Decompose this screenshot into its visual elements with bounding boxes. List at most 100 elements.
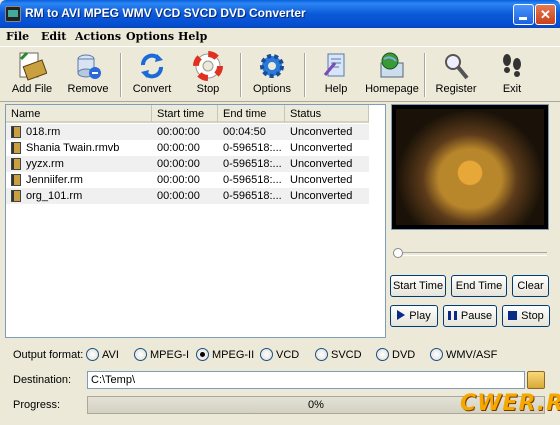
remove-button[interactable]: Remove (58, 51, 118, 101)
convert-icon (137, 51, 167, 81)
radio-circle (260, 348, 273, 361)
help-book-icon (321, 51, 351, 81)
remove-icon (73, 51, 103, 81)
footprints-icon (497, 51, 527, 81)
radio-label: MPEG-I (150, 349, 190, 361)
window-title: RM to AVI MPEG WMV VCD SVCD DVD Converte… (25, 6, 306, 20)
row-status: Unconverted (290, 126, 353, 138)
column-status[interactable]: Status (285, 105, 369, 123)
exit-button[interactable]: Exit (482, 51, 542, 101)
destination-label: Destination: (13, 374, 72, 386)
video-preview (391, 104, 549, 230)
menu-actions[interactable]: Actions (75, 30, 121, 43)
seek-slider[interactable] (393, 248, 547, 258)
globe-monitor-icon (377, 51, 407, 81)
help-button[interactable]: Help (306, 51, 366, 101)
row-name: org_101.rm (26, 190, 83, 202)
convert-label: Convert (132, 83, 172, 95)
row-start: 00:00:00 (157, 158, 200, 170)
clear-button[interactable]: Clear (512, 275, 549, 297)
pause-icon (447, 311, 457, 320)
video-file-icon (11, 190, 21, 202)
video-file-icon (11, 158, 21, 170)
video-file-icon (11, 142, 21, 154)
watermark-logo: CWER.RU (452, 385, 560, 421)
homepage-button[interactable]: Homepage (362, 51, 422, 101)
radio-circle (134, 348, 147, 361)
player-stop-button[interactable]: Stop (502, 305, 550, 327)
start-time-button[interactable]: Start Time (390, 275, 446, 297)
play-label: Play (409, 310, 431, 322)
pause-button[interactable]: Pause (443, 305, 497, 327)
radio-circle (376, 348, 389, 361)
remove-label: Remove (67, 83, 109, 95)
table-row[interactable]: yyzx.rm 00:00:00 0-596518:... Unconverte… (6, 156, 369, 172)
row-status: Unconverted (290, 190, 353, 202)
radio-circle (430, 348, 443, 361)
add-file-button[interactable]: Add File (2, 51, 62, 101)
row-status: Unconverted (290, 142, 353, 154)
table-row[interactable]: Jenniifer.rm 00:00:00 0-596518:... Uncon… (6, 172, 369, 188)
row-name: yyzx.rm (26, 158, 64, 170)
player-stop-label: Stop (521, 310, 544, 322)
menu-bar: File Edit Actions Options Help (0, 28, 560, 46)
register-button[interactable]: Register (426, 51, 486, 101)
row-start: 00:00:00 (157, 126, 200, 138)
video-frame (396, 109, 544, 225)
radio-circle-selected (196, 348, 209, 361)
radio-circle (315, 348, 328, 361)
app-icon (5, 6, 21, 22)
column-name[interactable]: Name (6, 105, 152, 123)
file-list[interactable]: Name Start time End time Status 018.rm 0… (5, 104, 386, 338)
homepage-label: Homepage (365, 83, 419, 95)
watermark-text: CWER.RU (460, 391, 560, 416)
radio-label: SVCD (331, 349, 362, 361)
radio-label: DVD (392, 349, 416, 361)
play-button[interactable]: Play (390, 305, 438, 327)
add-file-icon (17, 51, 48, 81)
radio-label: AVI (102, 349, 119, 361)
stop-icon (508, 311, 518, 320)
video-file-icon (11, 126, 21, 138)
close-button[interactable]: ✕ (535, 4, 556, 25)
row-start: 00:00:00 (157, 142, 200, 154)
help-label: Help (324, 83, 348, 95)
row-end: 0-596518:... (223, 142, 281, 154)
add-file-label: Add File (11, 83, 53, 95)
output-format-label: Output format: (13, 349, 84, 361)
radio-circle (86, 348, 99, 361)
convert-button[interactable]: Convert (122, 51, 182, 101)
row-status: Unconverted (290, 158, 353, 170)
seek-thumb[interactable] (393, 248, 403, 258)
menu-edit[interactable]: Edit (41, 30, 66, 43)
minimize-button[interactable] (513, 4, 534, 25)
exit-label: Exit (502, 83, 522, 95)
row-start: 00:00:00 (157, 190, 200, 202)
radio-label: WMV/ASF (446, 349, 498, 361)
table-row[interactable]: Shania Twain.rmvb 00:00:00 0-596518:... … (6, 140, 369, 156)
magnifier-key-icon (441, 51, 471, 81)
radio-label: MPEG-II (212, 349, 255, 361)
row-end: 00:04:50 (223, 126, 266, 138)
column-start-time[interactable]: Start time (152, 105, 218, 123)
table-row[interactable]: 018.rm 00:00:00 00:04:50 Unconverted (6, 124, 369, 140)
menu-options[interactable]: Options (126, 30, 174, 43)
end-time-button[interactable]: End Time (451, 275, 507, 297)
title-bar: RM to AVI MPEG WMV VCD SVCD DVD Converte… (0, 0, 560, 28)
menu-file[interactable]: File (6, 30, 29, 43)
row-name: Jenniifer.rm (26, 174, 83, 186)
row-status: Unconverted (290, 174, 353, 186)
stop-label: Stop (196, 83, 220, 95)
menu-help[interactable]: Help (178, 30, 207, 43)
table-row[interactable]: org_101.rm 00:00:00 0-596518:... Unconve… (6, 188, 369, 204)
register-label: Register (435, 83, 477, 95)
options-button[interactable]: Options (242, 51, 302, 101)
stop-button[interactable]: Stop (178, 51, 238, 101)
row-name: 018.rm (26, 126, 61, 138)
lifebuoy-icon (193, 51, 223, 81)
gear-icon (257, 51, 287, 81)
column-end-time[interactable]: End time (218, 105, 285, 123)
video-file-icon (11, 174, 21, 186)
play-icon (397, 310, 406, 320)
pause-label: Pause (460, 310, 493, 322)
